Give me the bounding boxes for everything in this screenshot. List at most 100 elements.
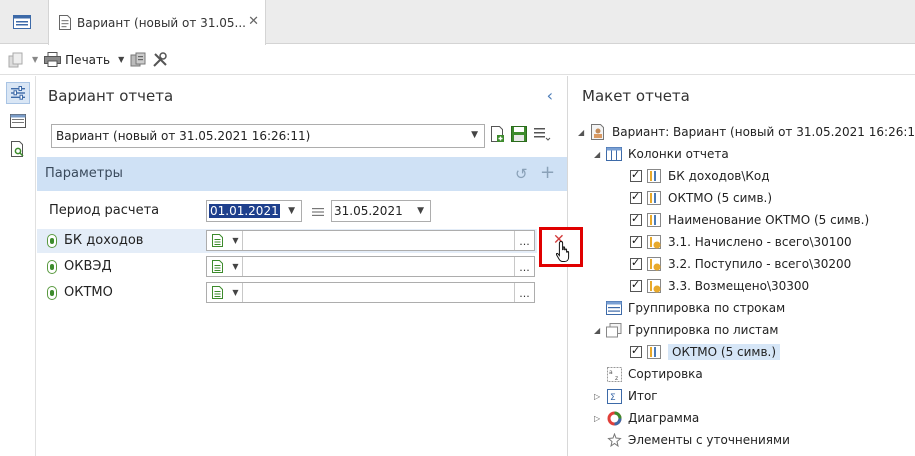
printer-icon [44, 52, 62, 67]
variant-select[interactable]: Вариант (новый от 31.05.2021 16:26:11) ▼ [51, 124, 485, 148]
pie-chart-icon [606, 410, 622, 426]
tree-sort[interactable]: az Сортировка [606, 364, 703, 384]
tree-root[interactable]: ◢ Вариант: Вариант (новый от 31.05.2021 … [578, 122, 915, 142]
tab-title: Вариант (новый от 31.05... [77, 15, 246, 30]
report-variant-icon [590, 124, 606, 140]
date-from-input[interactable]: 01.01.2021 ▼ [206, 200, 302, 222]
sum-column-icon [646, 256, 662, 272]
parameters-header: Параметры ↺ + [37, 157, 567, 191]
save-icon[interactable] [511, 126, 527, 142]
tools-icon [153, 51, 167, 67]
column-label: БК доходов\Код [668, 169, 770, 183]
range-icon [312, 208, 324, 216]
plus-icon[interactable]: + [540, 162, 555, 183]
checkbox[interactable] [630, 256, 642, 270]
tree-elements[interactable]: Элементы с уточнениями [606, 430, 790, 450]
expanded-icon[interactable]: ◢ [594, 150, 606, 159]
param-row-oktmo[interactable]: ОКТМО ▼ ... [37, 281, 537, 305]
param-row-bk[interactable]: БК доходов ▼ ... [37, 229, 537, 253]
tree-sheet-grouping[interactable]: ◢ Группировка по листам [594, 320, 778, 340]
layout-panel-button[interactable] [6, 110, 30, 132]
tree-columns[interactable]: ◢ Колонки отчета [594, 144, 729, 164]
expanded-icon[interactable]: ◢ [578, 128, 590, 137]
collapsed-icon[interactable]: ▷ [594, 392, 606, 401]
layout-panel: Макет отчета ◢ Вариант: Вариант (новый о… [569, 76, 915, 456]
param-name: ОКТМО [64, 285, 113, 300]
copy-button[interactable]: ▼ [8, 48, 38, 72]
window-icon [13, 15, 31, 29]
checkbox[interactable] [630, 168, 642, 182]
variant-value: Вариант (новый от 31.05.2021 16:26:11) [56, 129, 311, 143]
variant-panel-button[interactable] [5, 82, 30, 104]
columns-label: Колонки отчета [628, 147, 729, 161]
tab-bar: Вариант (новый от 31.05... ✕ [0, 0, 915, 45]
browse-button[interactable]: ... [514, 231, 534, 250]
list-menu-icon[interactable] [533, 126, 551, 142]
close-icon[interactable]: ✕ [248, 14, 259, 29]
tree-total[interactable]: ▷ Σ Итог [594, 386, 658, 406]
new-variant-icon[interactable] [491, 126, 505, 143]
sort-label: Сортировка [628, 367, 703, 381]
tree-select-icon[interactable] [207, 231, 229, 250]
tree-select-icon[interactable] [207, 257, 229, 276]
chevron-down-icon[interactable]: ▼ [229, 283, 243, 302]
sheet-grouping-icon [606, 322, 622, 338]
toolbar: ▼ Печать ▼ [0, 45, 915, 75]
column-label: 3.3. Возмещено\30300 [668, 279, 810, 293]
settings-button[interactable] [152, 48, 168, 72]
chevron-left-icon[interactable]: ‹ [547, 86, 553, 105]
tree-column-item[interactable]: БК доходов\Код [630, 166, 770, 186]
print-button[interactable]: Печать ▼ [44, 48, 124, 72]
date-from-value: 01.01.2021 [209, 204, 280, 218]
checkbox[interactable] [630, 212, 642, 226]
print-label: Печать [65, 52, 111, 67]
date-to-input[interactable]: 31.05.2021 ▼ [331, 200, 431, 222]
layout-icon [9, 114, 26, 128]
panel-title: Макет отчета [582, 87, 690, 105]
tree-row-grouping[interactable]: Группировка по строкам [606, 298, 785, 318]
panel-title: Вариант отчета [48, 87, 174, 105]
required-marker-icon [47, 234, 57, 248]
svg-text:a: a [609, 369, 613, 376]
chevron-down-icon: ▼ [32, 55, 39, 64]
tree-column-item[interactable]: ОКТМО (5 симв.) [630, 188, 772, 208]
expanded-icon[interactable]: ◢ [594, 326, 606, 335]
browse-button[interactable]: ... [514, 257, 534, 276]
period-label: Период расчета [49, 203, 160, 218]
tree-column-item[interactable]: 3.2. Поступило - всего\30200 [630, 254, 851, 274]
elements-label: Элементы с уточнениями [628, 433, 790, 447]
export-button[interactable] [130, 48, 146, 72]
sliders-icon [10, 86, 25, 100]
column-label: 3.1. Начислено - всего\30100 [668, 235, 852, 249]
tree-select-icon[interactable] [207, 283, 229, 302]
param-input[interactable]: ▼ ... [206, 256, 535, 277]
tree-column-item[interactable]: 3.3. Возмещено\30300 [630, 276, 809, 296]
param-input[interactable]: ▼ ... [206, 230, 535, 251]
app-menu-button[interactable] [0, 0, 44, 44]
param-input[interactable]: ▼ ... [206, 282, 535, 303]
tree-chart[interactable]: ▷ Диаграмма [594, 408, 699, 428]
checkbox[interactable] [630, 278, 642, 292]
column-icon [646, 212, 662, 228]
sort-icon: az [606, 366, 622, 382]
reset-icon[interactable]: ↺ [515, 165, 528, 183]
checkbox[interactable] [630, 344, 642, 358]
checkbox[interactable] [630, 234, 642, 248]
tab-variant[interactable]: Вариант (новый от 31.05... ✕ [48, 0, 266, 45]
checkbox[interactable] [630, 190, 642, 204]
row-grouping-icon [606, 300, 622, 316]
parameters-label: Параметры [45, 166, 123, 181]
tree-column-item[interactable]: 3.1. Начислено - всего\30100 [630, 232, 852, 252]
preview-panel-button[interactable] [6, 138, 30, 160]
column-icon [646, 168, 662, 184]
row-grouping-label: Группировка по строкам [628, 301, 786, 315]
tree-column-item[interactable]: Наименование ОКТМО (5 симв.) [630, 210, 869, 230]
collapsed-icon[interactable]: ▷ [594, 414, 606, 423]
param-row-okved[interactable]: ОКВЭД ▼ ... [37, 255, 537, 279]
browse-button[interactable]: ... [514, 283, 534, 302]
chevron-down-icon[interactable]: ▼ [229, 257, 243, 276]
column-icon [646, 190, 662, 206]
tree-sheet-item[interactable]: ОКТМО (5 симв.) [630, 342, 781, 362]
chevron-down-icon[interactable]: ▼ [229, 231, 243, 250]
chevron-down-icon: ▼ [471, 130, 478, 140]
